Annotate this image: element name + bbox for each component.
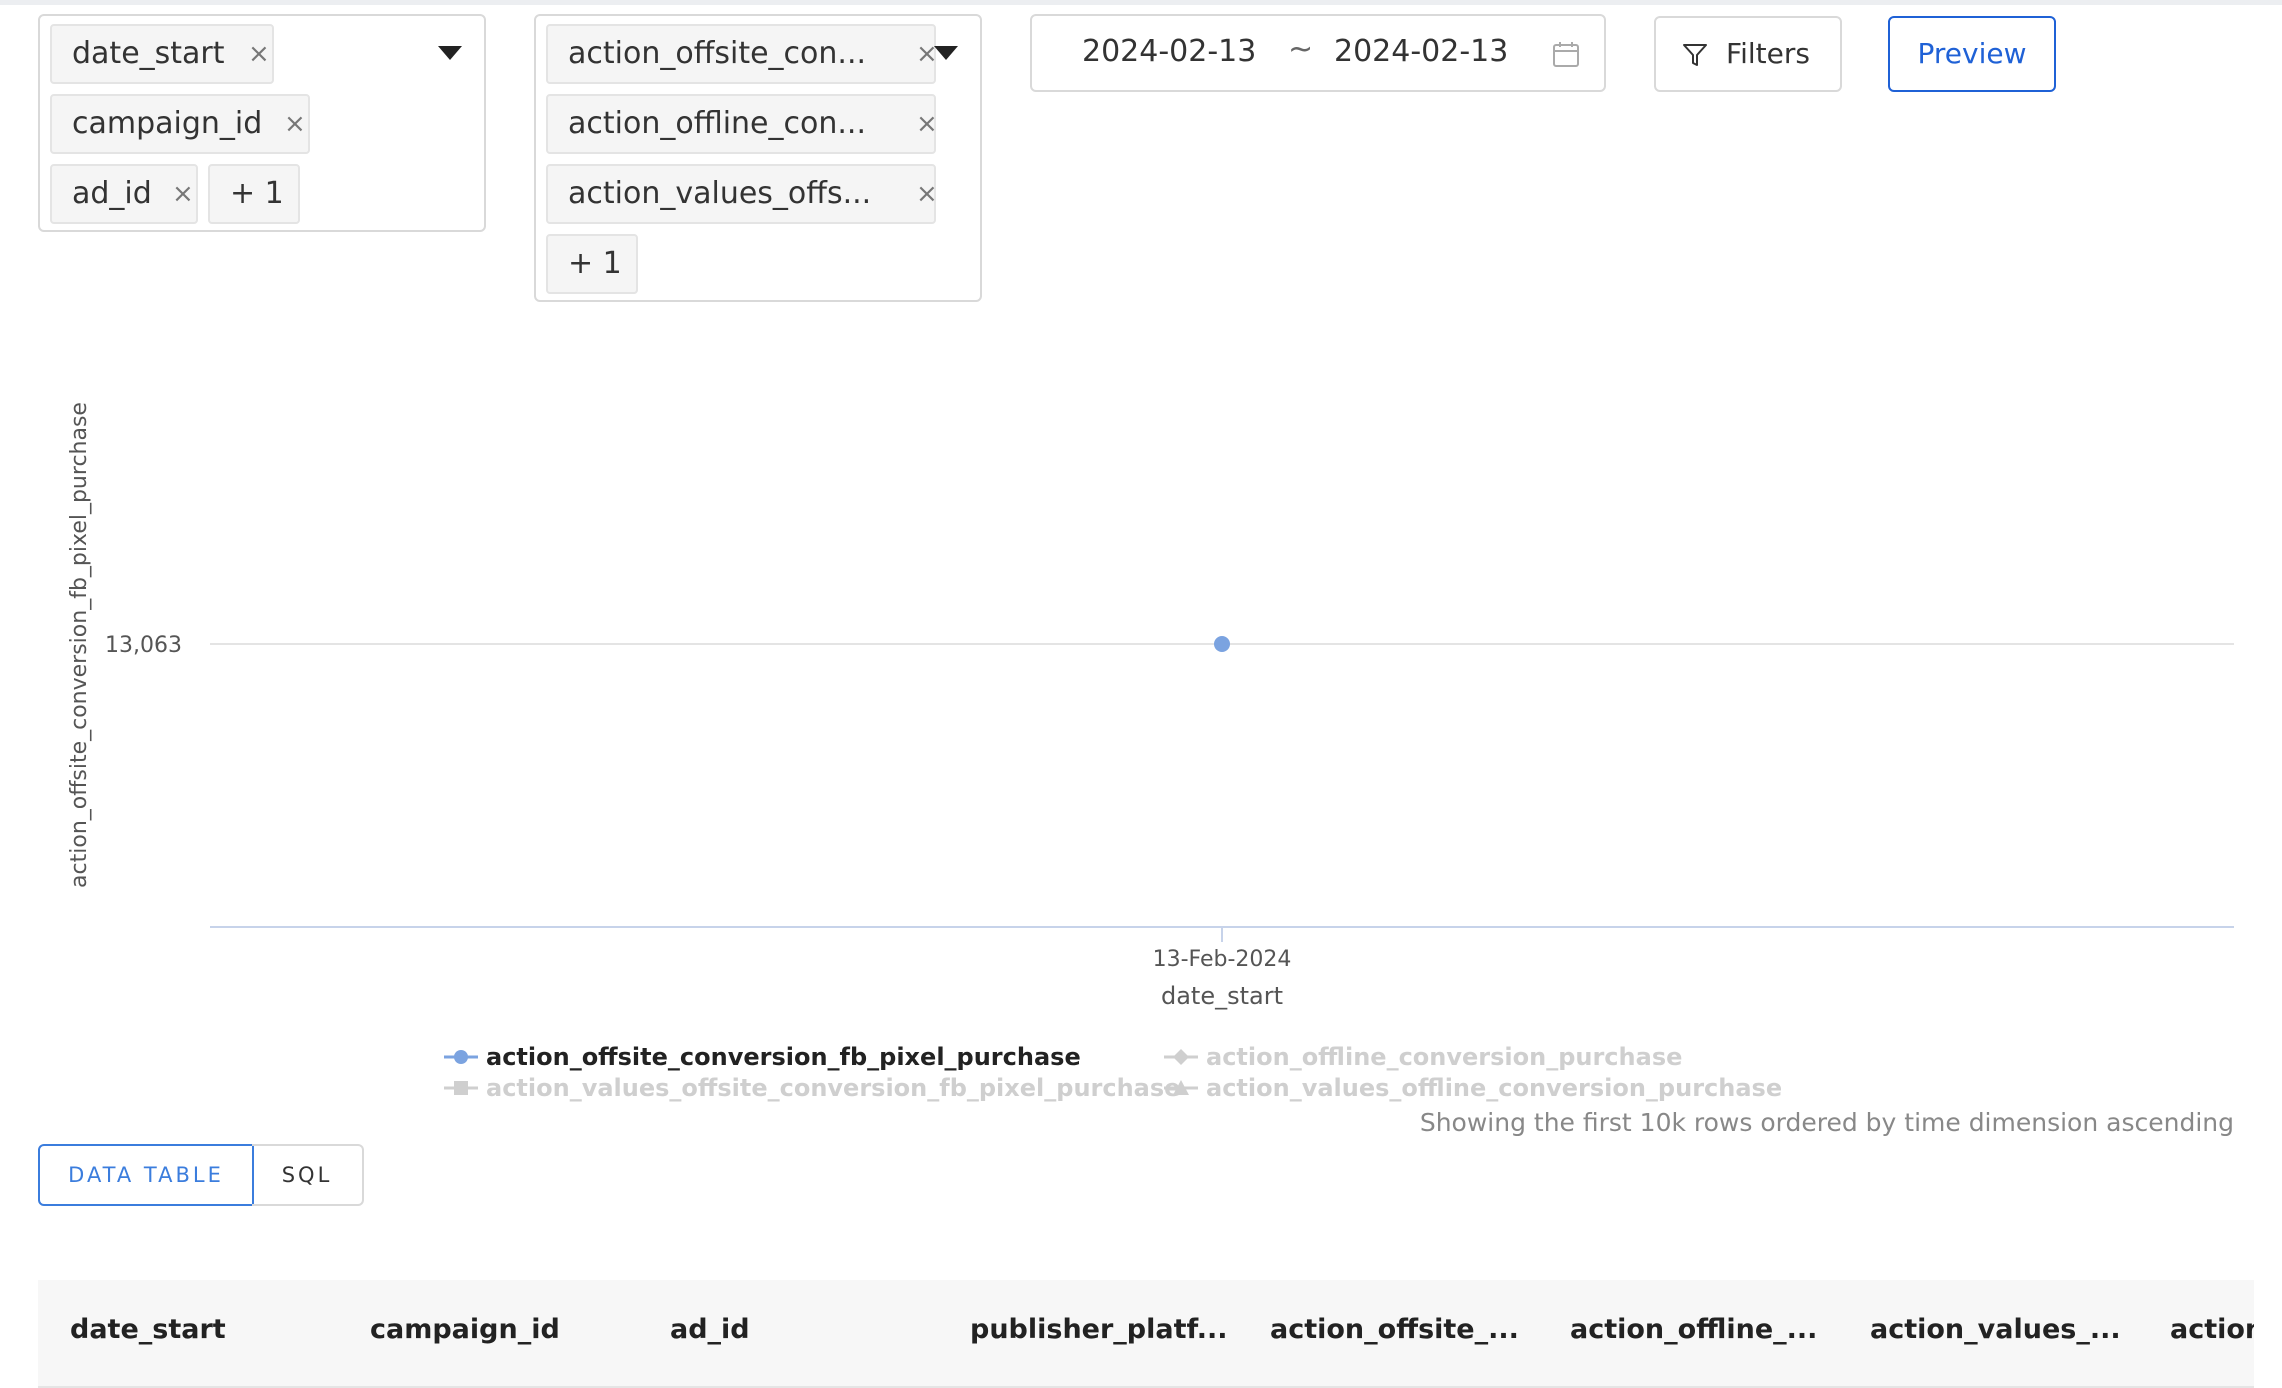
- close-icon[interactable]: ×: [916, 96, 938, 152]
- caret-down-icon[interactable]: [934, 46, 958, 60]
- diamond-marker-icon: [1164, 1049, 1198, 1065]
- close-icon[interactable]: ×: [248, 26, 270, 82]
- legend-label: action_offline_conversion_purchase: [1206, 1043, 1683, 1071]
- measure-more-tag[interactable]: + 1: [546, 234, 638, 294]
- circle-marker-icon: [444, 1050, 478, 1064]
- column-header-action-offline[interactable]: action_offline_...: [1570, 1314, 1817, 1345]
- data-point[interactable]: [1214, 636, 1230, 652]
- dimension-tag-label: date_start: [72, 36, 225, 71]
- dimension-tag: campaign_id ×: [50, 94, 310, 154]
- filter-icon: [1683, 44, 1707, 66]
- tab-sql[interactable]: SQL: [252, 1144, 364, 1206]
- measure-tag-label: action_offline_con...: [568, 106, 866, 141]
- measure-tag-label: action_offsite_con...: [568, 36, 867, 71]
- column-header-publisher-platform[interactable]: publisher_platf...: [970, 1314, 1228, 1345]
- dimension-tag: date_start ×: [50, 24, 274, 84]
- top-divider: [0, 0, 2282, 5]
- legend-label: action_values_offsite_conversion_fb_pixe…: [486, 1074, 1181, 1102]
- calendar-icon[interactable]: [1552, 40, 1580, 68]
- x-tick-label: 13-Feb-2024: [1153, 947, 1292, 972]
- dimensions-select[interactable]: date_start × campaign_id × ad_id × + 1: [38, 14, 486, 232]
- preview-button[interactable]: Preview: [1888, 16, 2056, 92]
- dimension-tag: ad_id ×: [50, 164, 198, 224]
- filters-button-label: Filters: [1726, 37, 1810, 70]
- close-icon[interactable]: ×: [172, 166, 194, 222]
- triangle-marker-icon: [1164, 1080, 1198, 1095]
- filters-button[interactable]: Filters: [1654, 16, 1842, 92]
- tab-data-table[interactable]: DATA TABLE: [38, 1144, 254, 1206]
- end-date-input[interactable]: 2024-02-13: [1334, 34, 1508, 69]
- y-tick-label: 13,063: [105, 633, 182, 658]
- date-range-picker[interactable]: 2024-02-13 ~ 2024-02-13: [1030, 14, 1606, 92]
- dimension-tag-label: ad_id: [72, 176, 152, 211]
- close-icon[interactable]: ×: [916, 166, 938, 222]
- measure-tag: action_values_offs... ×: [546, 164, 938, 224]
- y-axis-label: action_offsite_conversion_fb_pixel_purch…: [67, 402, 92, 888]
- measure-tag: action_offsite_con... ×: [546, 24, 938, 84]
- measure-tag-label: action_values_offs...: [568, 176, 872, 211]
- close-icon[interactable]: ×: [284, 96, 306, 152]
- column-header-campaign-id[interactable]: campaign_id: [370, 1314, 560, 1345]
- column-header-action[interactable]: action: [2170, 1314, 2254, 1345]
- start-date-input[interactable]: 2024-02-13: [1082, 34, 1256, 69]
- row-limit-notice: Showing the first 10k rows ordered by ti…: [1419, 1108, 2234, 1137]
- dimension-tag-label: campaign_id: [72, 106, 263, 141]
- column-header-action-values[interactable]: action_values_...: [1870, 1314, 2121, 1345]
- legend-label: action_values_offline_conversion_purchas…: [1206, 1074, 1783, 1102]
- line-chart: action_offsite_conversion_fb_pixel_purch…: [67, 402, 2234, 1010]
- caret-down-icon[interactable]: [438, 46, 462, 60]
- date-separator: ~: [1288, 32, 1314, 67]
- measures-select[interactable]: action_offsite_con... × action_offline_c…: [534, 14, 982, 302]
- data-table-header: date_start campaign_id ad_id publisher_p…: [38, 1280, 2254, 1388]
- legend-label: action_offsite_conversion_fb_pixel_purch…: [486, 1043, 1081, 1071]
- measure-tag: action_offline_con... ×: [546, 94, 938, 154]
- column-header-action-offsite[interactable]: action_offsite_...: [1270, 1314, 1519, 1345]
- dimension-more-tag[interactable]: + 1: [208, 164, 300, 224]
- square-marker-icon: [444, 1081, 478, 1095]
- column-header-ad-id[interactable]: ad_id: [670, 1314, 750, 1345]
- x-axis-label: date_start: [1161, 982, 1283, 1010]
- column-header-date-start[interactable]: date_start: [70, 1314, 226, 1345]
